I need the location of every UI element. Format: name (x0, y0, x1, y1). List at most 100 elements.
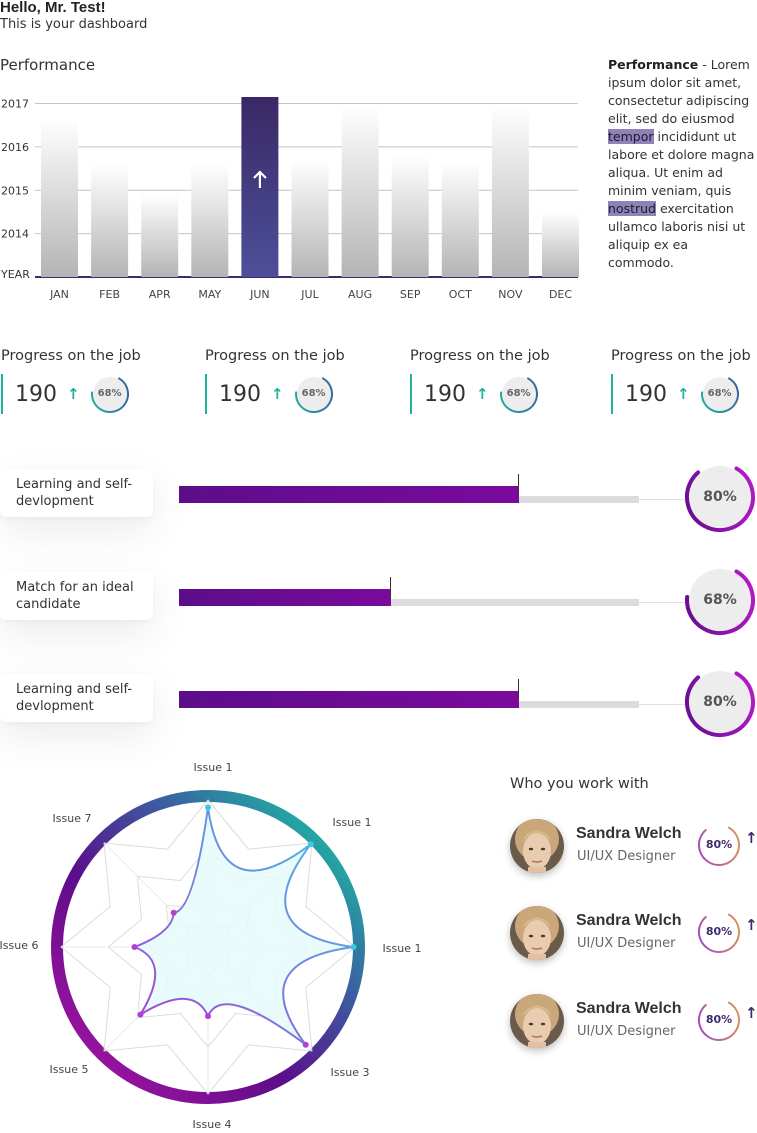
progress-gauge: 80% (684, 666, 756, 738)
perf-x-tick-label: SEP (400, 288, 421, 301)
progress-fill (179, 589, 391, 606)
radar-point[interactable] (131, 944, 138, 950)
progress-marker[interactable] (518, 679, 520, 699)
coworker-item[interactable]: Sandra Welch UI/UX Designer 80% ↑ (510, 994, 757, 1054)
perf-bar[interactable] (441, 162, 479, 277)
perf-x-tick-label: JUN (249, 288, 270, 301)
radar-point[interactable] (205, 1013, 211, 1020)
coworker-role: UI/UX Designer (577, 1024, 676, 1039)
performance-chart-svg: 2014 2015 2016 2017 YEAR JAN FEB APR MAY JUN JUL AU… (0, 97, 579, 301)
kpi-body: 190 ↑ 68% (611, 374, 757, 414)
kpi-value: 190 (625, 381, 667, 407)
coworker-percent-gauge: 80% (697, 998, 741, 1042)
coworkers-title: Who you work with (510, 776, 649, 792)
kpi-title: Progress on the job (205, 348, 345, 364)
radar-point[interactable] (137, 1011, 144, 1018)
perf-x-tick-label: JAN (49, 288, 69, 301)
radar-axis-label: Issue 1 (333, 816, 372, 829)
arrow-up-icon: ↑ (67, 385, 80, 403)
kpi-card: Progress on the job 190 ↑ 68% (1, 348, 161, 414)
arrow-up-icon: ↑ (745, 1004, 757, 1022)
progress-row: Learning and self-devlopment 80% (0, 667, 757, 737)
performance-chart: 2014 2015 2016 2017 YEAR JAN FEB APR MAY JUN JUL AU… (0, 92, 580, 307)
progress-connector (639, 499, 689, 500)
perf-x-tick-label: NOV (498, 288, 523, 301)
radar-axis-label: Issue 5 (50, 1063, 89, 1076)
radar-axis-label: Issue 7 (53, 812, 92, 825)
performance-description-highlight-1: tempor (608, 129, 654, 144)
performance-description-bold: Performance (608, 57, 699, 72)
perf-y-tick-label: 2014 (1, 228, 29, 241)
progress-label: Match for an ideal candidate (0, 572, 153, 620)
progress-gauge: 68% (684, 564, 756, 636)
progress-gauge-label: 80% (703, 694, 737, 710)
perf-x-tick-label: OCT (449, 288, 472, 301)
radar-point[interactable] (205, 804, 211, 811)
kpi-percent-gauge: 68% (90, 374, 130, 414)
perf-bar[interactable] (91, 164, 129, 277)
perf-y-tick-label: 2017 (1, 98, 29, 111)
coworker-percent-label: 80% (705, 925, 733, 938)
kpi-value: 190 (15, 381, 57, 407)
arrow-up-icon: ↑ (271, 385, 284, 403)
arrow-up-icon: ↑ (745, 916, 757, 934)
avatar[interactable] (510, 994, 564, 1048)
coworker-percent-label: 80% (705, 1013, 733, 1026)
performance-description-highlight-2: nostrud (608, 201, 656, 216)
perf-bar[interactable] (341, 105, 379, 277)
coworker-role: UI/UX Designer (577, 936, 676, 951)
progress-connector (639, 602, 689, 603)
radar-point[interactable] (307, 841, 314, 848)
arrow-up-icon: ↑ (476, 385, 489, 403)
kpi-percent-gauge: 68% (700, 374, 740, 414)
perf-bar[interactable] (542, 211, 579, 277)
perf-y-axis-label: YEAR (0, 268, 30, 281)
kpi-title: Progress on the job (1, 348, 141, 364)
perf-bar[interactable] (291, 159, 329, 277)
kpi-card: Progress on the job 190 ↑ 68% (410, 348, 570, 414)
radar-axis-label: Issue 1 (383, 942, 422, 955)
perf-bar[interactable] (141, 194, 179, 277)
progress-gauge: 80% (684, 461, 756, 533)
kpi-card: Progress on the job 190 ↑ 68% (205, 348, 365, 414)
coworker-item[interactable]: Sandra Welch UI/UX Designer 80% ↑ (510, 906, 757, 966)
coworker-percent-label: 80% (705, 838, 733, 851)
progress-marker[interactable] (389, 577, 391, 597)
perf-x-tick-label: APR (149, 288, 171, 301)
kpi-percent-label: 68% (97, 388, 122, 399)
progress-marker[interactable] (518, 474, 520, 494)
kpi-body: 190 ↑ 68% (205, 374, 365, 414)
progress-gauge-label: 80% (703, 489, 737, 505)
progress-fill (179, 691, 520, 708)
progress-label: Learning and self-devlopment (0, 674, 153, 722)
perf-x-tick-label: MAY (198, 288, 221, 301)
coworkers-panel: Who you work with Sandra Welch UI/UX Desi… (510, 776, 757, 1048)
avatar[interactable] (510, 819, 564, 873)
kpi-percent-label: 68% (301, 388, 326, 399)
progress-fill (179, 486, 520, 503)
radar-point[interactable] (302, 1041, 309, 1048)
avatar[interactable] (510, 906, 564, 960)
issues-radar-chart: Issue 1 Issue 1 Issue 1 Issue 3 Issue 4 Issue… (0, 756, 422, 1133)
coworker-name: Sandra Welch (576, 912, 682, 929)
perf-bar[interactable] (191, 164, 229, 277)
coworker-percent-gauge: 80% (697, 823, 741, 867)
radar-point[interactable] (350, 944, 357, 950)
progress-label: Learning and self-devlopment (0, 469, 153, 517)
kpi-body: 190 ↑ 68% (1, 374, 161, 414)
kpi-title: Progress on the job (611, 348, 751, 364)
kpi-body: 190 ↑ 68% (410, 374, 570, 414)
progress-row: Match for an ideal candidate 68% (0, 565, 757, 635)
radar-point[interactable] (170, 909, 177, 916)
radar-axis-label: Issue 1 (194, 761, 233, 774)
greeting-block: Hello, Mr. Test! This is your dashboard (0, 0, 147, 34)
kpi-percent-gauge: 68% (294, 374, 334, 414)
perf-bar[interactable] (391, 155, 429, 277)
kpi-value: 190 (219, 381, 261, 407)
perf-bar[interactable] (491, 105, 529, 277)
perf-bar[interactable] (41, 118, 78, 278)
kpi-card: Progress on the job 190 ↑ 68% (611, 348, 757, 414)
greeting-subtitle: This is your dashboard (0, 17, 148, 32)
coworker-item[interactable]: Sandra Welch UI/UX Designer 80% ↑ (510, 819, 757, 879)
perf-y-tick-label: 2016 (1, 141, 29, 154)
